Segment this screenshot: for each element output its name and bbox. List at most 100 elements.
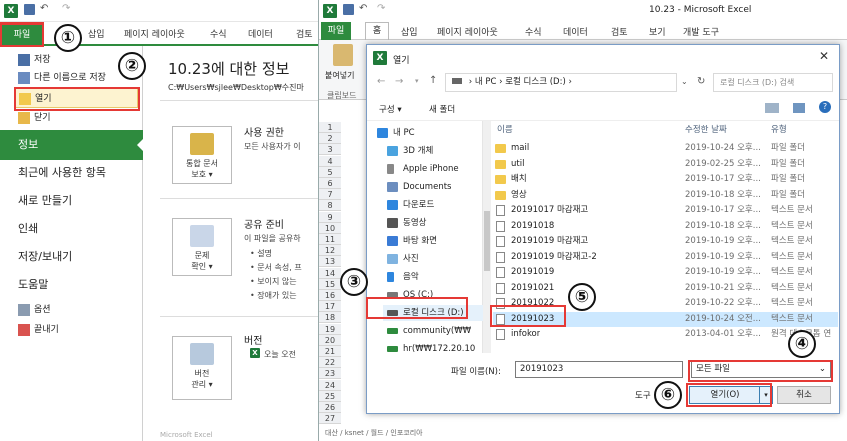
nav-community[interactable]: community(₩₩ [383,323,487,339]
cancel-button[interactable]: 취소 [777,386,831,404]
undo-icon[interactable]: ↶ [40,3,48,14]
preview-pane-icon[interactable] [793,103,805,113]
tab-page-layout[interactable]: 페이지 레이아웃 [437,25,498,38]
tab-page-layout[interactable]: 페이지 레이아웃 [124,27,185,40]
file-row[interactable]: 영상 2019-10-18 오후... 파일 폴더 [493,188,838,203]
back-icon[interactable]: ← [377,76,385,87]
file-row[interactable]: 20191021 2019-10-21 오후... 텍스트 문서 [493,281,838,296]
tools-dropdown[interactable]: 도구 [635,389,651,401]
tab-formulas[interactable]: 수식 [525,25,542,38]
nav-music[interactable]: 음악 [383,269,487,285]
file-row[interactable]: 20191017 마감재고 2019-10-17 오후... 텍스트 문서 [493,203,838,218]
view-icon[interactable] [765,103,779,113]
file-row[interactable]: 배치 2019-10-17 오후... 파일 폴더 [493,172,838,187]
row-header[interactable]: 25 [319,390,341,402]
tab-formulas[interactable]: 수식 [210,27,227,40]
nav-recent[interactable]: 최근에 사용한 항목 [0,158,143,188]
protect-workbook-button[interactable]: 통합 문서 보호 ▾ [172,126,232,184]
row-header[interactable]: 7 [319,189,341,201]
nav-videos[interactable]: 동영상 [383,215,487,231]
chevron-down-icon[interactable]: ▾ [415,77,419,85]
save-icon[interactable] [343,4,354,15]
nav-close[interactable]: 닫기 [0,108,143,128]
filename-input[interactable]: 20191023 [515,361,683,378]
help-icon[interactable]: ? [819,101,831,113]
file-row[interactable]: infokor2013-04-01 오후...원격 데스크톱 연 [493,327,838,342]
nav-3d-objects[interactable]: 3D 개체 [383,143,487,159]
new-folder-button[interactable]: 새 폴더 [429,103,455,115]
breadcrumb-drive[interactable]: 로컬 디스크 (D:) [505,77,566,87]
redo-icon[interactable]: ↷ [377,3,385,14]
row-header[interactable]: 27 [319,413,341,425]
tab-home[interactable]: 홈 [365,22,389,40]
row-header[interactable]: 17 [319,301,341,313]
tab-review[interactable]: 검토 [296,27,313,40]
row-header[interactable]: 24 [319,379,341,391]
file-row[interactable]: 20191018 2019-10-18 오후... 텍스트 문서 [493,219,838,234]
nav-pictures[interactable]: 사진 [383,251,487,267]
row-header[interactable]: 16 [319,290,341,301]
file-row[interactable]: 20191019 마감재고-2 2019-10-19 오후... 텍스트 문서 [493,250,838,265]
organize-button[interactable]: 구성 ▾ [379,103,402,115]
row-header[interactable]: 12 [319,245,341,257]
check-issues-button[interactable]: 문제 확인 ▾ [172,218,232,276]
row-header[interactable]: 8 [319,200,341,212]
scrollbar-thumb[interactable] [484,211,490,271]
row-header[interactable]: 20 [319,334,341,346]
file-row[interactable]: mail 2019-10-24 오후... 파일 폴더 [493,141,838,156]
nav-help[interactable]: 도움말 [0,270,143,300]
chevron-down-icon[interactable]: ⌄ [681,77,688,86]
row-header[interactable]: 4 [319,155,341,167]
tab-review[interactable]: 검토 [611,25,628,38]
file-row[interactable]: 20191019 2019-10-19 오후... 텍스트 문서 [493,265,838,280]
row-header[interactable]: 11 [319,234,341,245]
row-header[interactable]: 1 [319,122,341,133]
undo-icon[interactable]: ↶ [359,3,367,14]
paste-label[interactable]: 붙여넣기 [325,70,354,81]
up-icon[interactable]: ↑ [429,75,437,86]
row-header[interactable]: 10 [319,222,341,234]
forward-icon[interactable]: → [395,76,403,87]
row-header[interactable]: 21 [319,346,341,357]
nav-this-pc[interactable]: 내 PC [373,125,477,141]
column-type[interactable]: 유형 [771,123,787,138]
sheet-tabs[interactable]: 대산 / ksnet / 월드 / 인포코리아 [325,428,423,438]
nav-print[interactable]: 인쇄 [0,214,143,244]
tab-developer[interactable]: 개발 도구 [683,25,719,38]
nav-documents[interactable]: Documents [383,179,487,195]
row-header[interactable]: 3 [319,144,341,156]
nav-options[interactable]: 옵션 [0,300,143,320]
close-icon[interactable]: ✕ [819,49,829,63]
nav-hr[interactable]: hr(₩₩172.20.10 [383,341,487,353]
tab-file[interactable]: 파일 [321,22,351,40]
save-icon[interactable] [24,4,35,15]
row-header[interactable]: 26 [319,402,341,413]
nav-downloads[interactable]: 다운로드 [383,197,487,213]
breadcrumb-pc[interactable]: 내 PC [475,77,497,87]
column-name[interactable]: 이름 [497,123,513,138]
row-header[interactable]: 2 [319,133,341,145]
nav-new[interactable]: 새로 만들기 [0,186,143,216]
row-header[interactable]: 18 [319,312,341,324]
nav-exit[interactable]: 끝내기 [0,320,143,340]
paste-icon[interactable] [333,44,353,66]
tab-insert[interactable]: 삽입 [88,27,105,40]
nav-info[interactable]: 정보 [0,130,144,160]
tab-insert[interactable]: 삽입 [401,25,418,38]
tab-data[interactable]: 데이터 [563,25,588,38]
refresh-icon[interactable]: ↻ [697,76,705,87]
row-header[interactable]: 5 [319,166,341,178]
nav-apple-iphone[interactable]: Apple iPhone [383,161,487,177]
redo-icon[interactable]: ↷ [62,3,70,14]
nav-save-send[interactable]: 저장/보내기 [0,242,143,272]
row-header[interactable]: 15 [319,278,341,290]
tab-view[interactable]: 보기 [649,25,666,38]
manage-versions-button[interactable]: 버전 관리 ▾ [172,336,232,400]
row-header[interactable]: 9 [319,211,341,223]
row-header[interactable]: 23 [319,368,341,380]
row-header[interactable]: 13 [319,256,341,268]
column-date[interactable]: 수정한 날짜 [685,123,727,138]
file-row[interactable]: util 2019-02-25 오후... 파일 폴더 [493,157,838,172]
row-header[interactable]: 19 [319,323,341,335]
row-header[interactable]: 14 [319,267,341,279]
